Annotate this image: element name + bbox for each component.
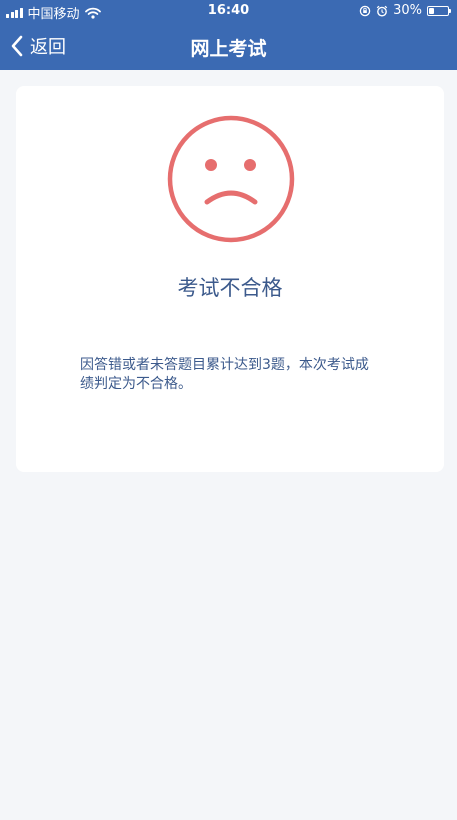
header-bar: 中国移动 16:40 30% 返回 网上考试 [0,0,457,70]
page-title: 网上考试 [190,38,267,60]
nav-bar: 返回 网上考试 [0,22,457,70]
result-title: 考试不合格 [177,276,283,300]
status-bar: 中国移动 16:40 30% [0,0,457,22]
alarm-icon [376,5,388,16]
rotation-lock-icon [359,5,371,16]
battery-icon [427,5,451,16]
status-right: 30% [359,3,451,18]
battery-level [429,7,434,14]
sad-face-icon [167,115,295,243]
battery-percent: 30% [393,3,422,18]
result-description: 因答错或者未答题目累计达到3题，本次考试成绩判定为不合格。 [80,357,369,392]
result-card: 考试不合格 因答错或者未答题目累计达到3题，本次考试成绩判定为不合格。 [16,86,444,472]
